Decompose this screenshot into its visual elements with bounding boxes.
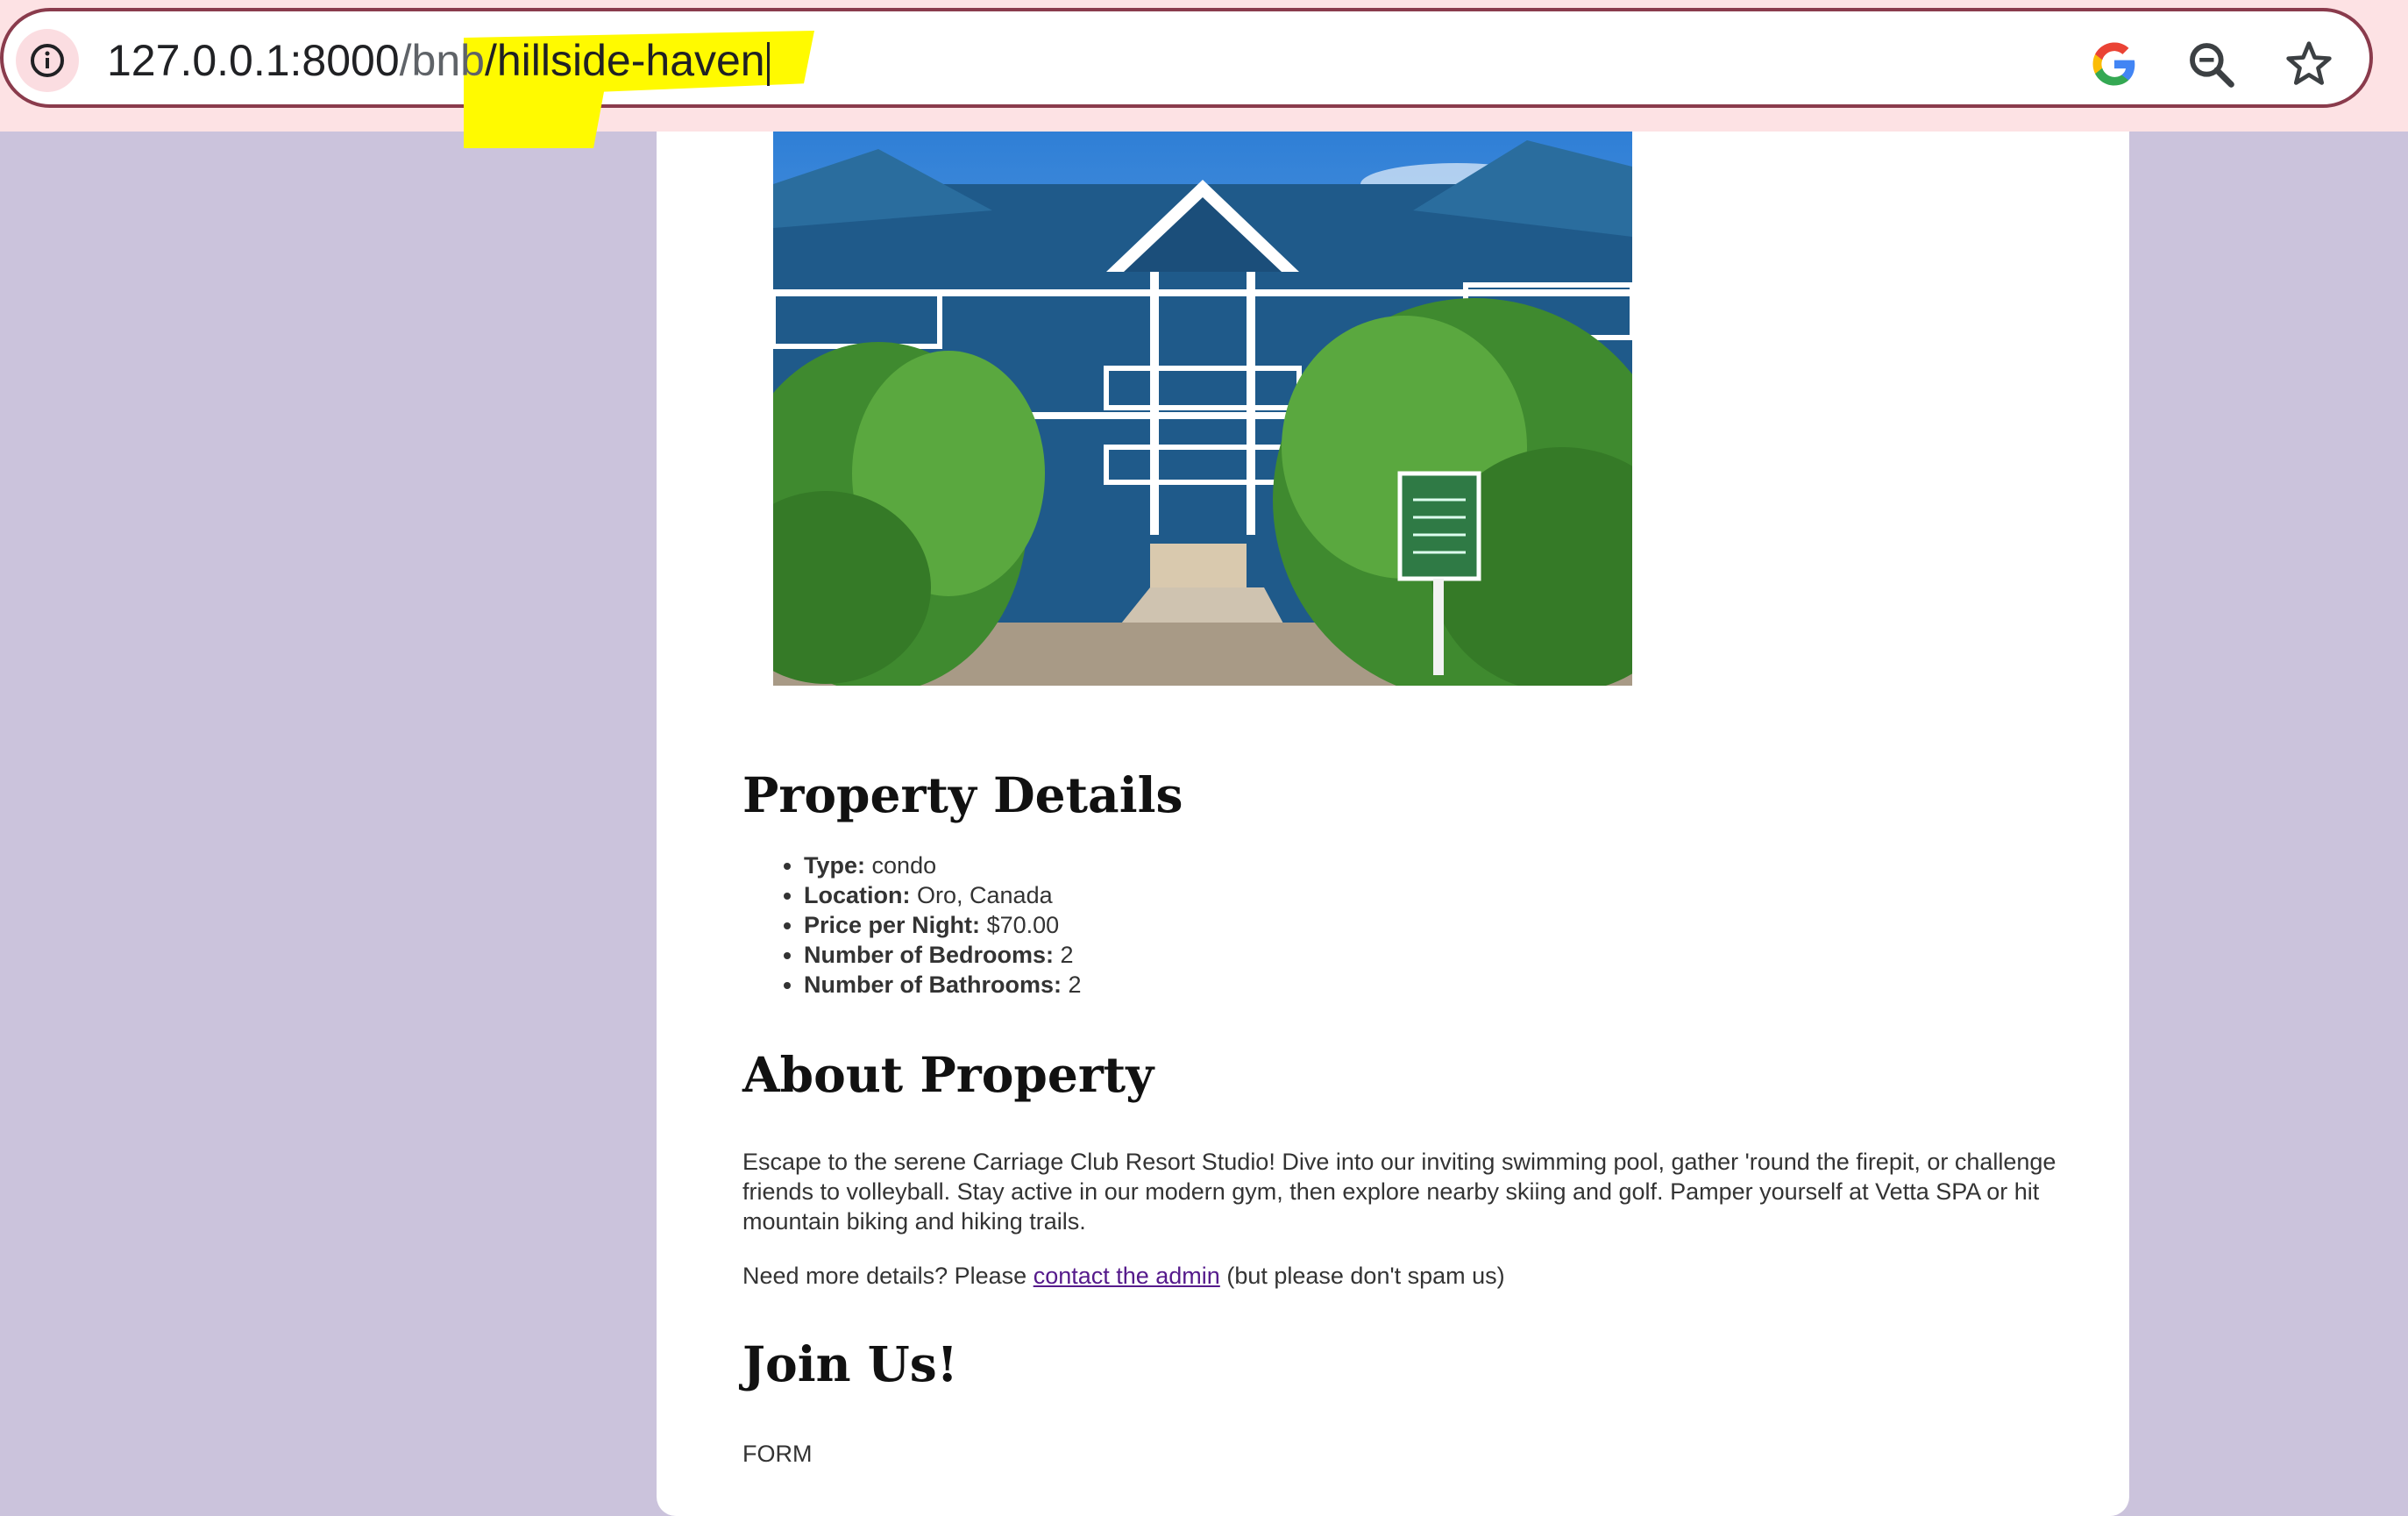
browser-toolbar: 127.0.0.1:8000/bnb/hillside-haven: [0, 0, 2408, 148]
url-text[interactable]: 127.0.0.1:8000/bnb/hillside-haven: [107, 32, 770, 89]
text-caret: [766, 41, 770, 86]
detail-label: Location:: [804, 882, 911, 908]
detail-item-bedrooms: Number of Bedrooms: 2: [804, 940, 1082, 970]
detail-value: $70.00: [986, 912, 1060, 938]
join-us-heading: Join Us!: [742, 1335, 958, 1392]
detail-label: Number of Bathrooms:: [804, 972, 1062, 998]
address-bar[interactable]: 127.0.0.1:8000/bnb/hillside-haven: [0, 8, 2373, 148]
url-host: 127.0.0.1:8000: [107, 36, 400, 85]
contact-suffix: (but please don't spam us): [1219, 1263, 1505, 1289]
detail-item-type: Type: condo: [804, 851, 1082, 880]
contact-paragraph: Need more details? Please contact the ad…: [742, 1261, 1505, 1291]
detail-value: Oro, Canada: [917, 882, 1053, 908]
zoom-out-icon[interactable]: [2186, 39, 2235, 89]
contact-prefix: Need more details? Please: [742, 1263, 1034, 1289]
contact-admin-link[interactable]: contact the admin: [1034, 1263, 1220, 1289]
detail-item-bathrooms: Number of Bathrooms: 2: [804, 970, 1082, 1000]
about-property-heading: About Property: [742, 1046, 1154, 1103]
detail-label: Type:: [804, 852, 866, 879]
info-icon[interactable]: [16, 29, 79, 92]
url-slug: /hillside-haven: [484, 36, 765, 85]
bookmark-star-icon[interactable]: [2284, 39, 2333, 89]
detail-label: Number of Bedrooms:: [804, 942, 1055, 968]
detail-label: Price per Night:: [804, 912, 981, 938]
google-icon[interactable]: [2090, 39, 2139, 89]
property-details-list: Type: condo Location: Oro, Canada Price …: [742, 851, 1082, 1000]
detail-value: 2: [1068, 972, 1082, 998]
form-placeholder: FORM: [742, 1441, 813, 1467]
detail-value: 2: [1060, 942, 1074, 968]
detail-value: condo: [871, 852, 937, 879]
detail-item-location: Location: Oro, Canada: [804, 880, 1082, 910]
property-details-heading: Property Details: [742, 766, 1183, 823]
detail-item-price: Price per Night: $70.00: [804, 910, 1082, 940]
property-photo: [773, 132, 1632, 686]
url-path: /bnb: [399, 36, 485, 85]
about-text: Escape to the serene Carriage Club Resor…: [742, 1149, 2056, 1235]
